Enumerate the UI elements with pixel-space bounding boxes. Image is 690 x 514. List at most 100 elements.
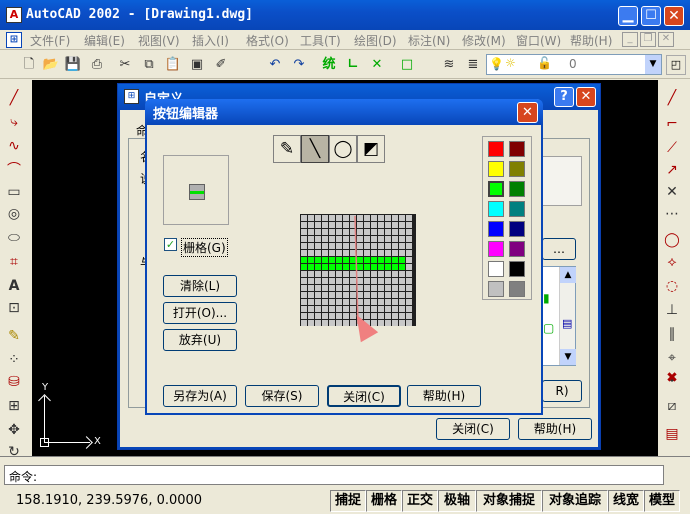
- grid-cell[interactable]: [406, 285, 412, 291]
- grid-cell[interactable]: [392, 271, 398, 277]
- grid-cell[interactable]: [343, 236, 349, 242]
- grid-cell[interactable]: [343, 292, 349, 298]
- grid-cell[interactable]: [329, 306, 335, 312]
- grid-cell[interactable]: [329, 299, 335, 305]
- grid-cell[interactable]: [364, 299, 370, 305]
- layer-state-icon[interactable]: ≣: [464, 56, 482, 74]
- undo-icon[interactable]: ↶: [266, 56, 284, 74]
- grid-cell[interactable]: [399, 243, 405, 249]
- grid-cell[interactable]: [336, 271, 342, 277]
- grid-cell[interactable]: [301, 215, 307, 221]
- menu-file[interactable]: 文件(F): [30, 32, 70, 49]
- grid-cell[interactable]: [336, 264, 342, 270]
- grid-cell[interactable]: [336, 229, 342, 235]
- grid-cell[interactable]: [371, 215, 377, 221]
- chevron-down-icon[interactable]: ▼: [645, 55, 661, 74]
- grid-cell[interactable]: [343, 278, 349, 284]
- grid-cell[interactable]: [378, 215, 384, 221]
- grid-cell[interactable]: [308, 299, 314, 305]
- color-swatch[interactable]: [509, 261, 525, 277]
- grid-cell[interactable]: [336, 222, 342, 228]
- grid-cell[interactable]: [392, 250, 398, 256]
- grid-cell[interactable]: [371, 278, 377, 284]
- grid-cell[interactable]: [399, 320, 405, 326]
- grid-cell[interactable]: [406, 306, 412, 312]
- grid-cell[interactable]: [315, 299, 321, 305]
- clear-button[interactable]: 清除(L): [163, 275, 237, 297]
- grid-cell[interactable]: [392, 215, 398, 221]
- grid-cell[interactable]: [385, 285, 391, 291]
- grid-cell[interactable]: [357, 236, 363, 242]
- grid-cell[interactable]: [357, 229, 363, 235]
- grid-cell[interactable]: [399, 229, 405, 235]
- grid-cell[interactable]: [392, 229, 398, 235]
- grid-cell[interactable]: [350, 299, 356, 305]
- grid-cell[interactable]: [378, 306, 384, 312]
- grid-cell[interactable]: [371, 257, 377, 263]
- grid-cell[interactable]: [301, 222, 307, 228]
- grid-cell[interactable]: [350, 250, 356, 256]
- grid-cell[interactable]: [343, 215, 349, 221]
- grid-cell[interactable]: [308, 320, 314, 326]
- grid-cell[interactable]: [336, 215, 342, 221]
- close-button[interactable]: 关闭(C): [327, 385, 401, 407]
- grid-cell[interactable]: [399, 299, 405, 305]
- grid-cell[interactable]: [350, 271, 356, 277]
- grid-cell[interactable]: [399, 250, 405, 256]
- grid-cell[interactable]: [315, 292, 321, 298]
- grid-cell[interactable]: [371, 285, 377, 291]
- color-swatch[interactable]: [488, 221, 504, 237]
- grid-cell[interactable]: [392, 264, 398, 270]
- grid-cell[interactable]: [329, 243, 335, 249]
- menu-dimension[interactable]: 标注(N): [408, 32, 450, 49]
- grid-cell[interactable]: [322, 278, 328, 284]
- move-icon[interactable]: ✥: [4, 420, 24, 440]
- rectangle-icon[interactable]: ▭: [4, 182, 24, 202]
- grid-cell[interactable]: [315, 257, 321, 263]
- trim-icon[interactable]: ↗: [662, 160, 682, 180]
- grid-cell[interactable]: [343, 257, 349, 263]
- layers-icon[interactable]: ≋: [440, 56, 458, 74]
- layer-dropdown[interactable]: 💡 ☼ 🔓 0 ▼: [486, 54, 662, 75]
- help-button[interactable]: 帮助(H): [407, 385, 481, 407]
- tangent-icon[interactable]: ⟡: [662, 252, 682, 272]
- grid-cell[interactable]: [399, 215, 405, 221]
- grid-cell[interactable]: [378, 264, 384, 270]
- grid-cell[interactable]: [385, 222, 391, 228]
- menu-modify[interactable]: 修改(M): [462, 32, 506, 49]
- grid-cell[interactable]: [336, 292, 342, 298]
- grid-cell[interactable]: [343, 250, 349, 256]
- grid-cell[interactable]: [343, 271, 349, 277]
- grid-cell[interactable]: [322, 285, 328, 291]
- menu-draw[interactable]: 绘图(D): [354, 32, 397, 49]
- tracking-icon[interactable]: 统: [320, 56, 338, 74]
- grid-cell[interactable]: [406, 257, 412, 263]
- grid-cell[interactable]: [322, 250, 328, 256]
- grid-cell[interactable]: [392, 292, 398, 298]
- grid-cell[interactable]: [399, 271, 405, 277]
- grid-cell[interactable]: [315, 222, 321, 228]
- grid-cell[interactable]: [378, 285, 384, 291]
- status-osnap-button[interactable]: 对象捕捉: [476, 490, 542, 512]
- grid-cell[interactable]: [315, 271, 321, 277]
- grid-cell[interactable]: [357, 271, 363, 277]
- grid-cell[interactable]: [378, 313, 384, 319]
- status-ortho-button[interactable]: 正交: [402, 490, 438, 512]
- grid-cell[interactable]: [406, 215, 412, 221]
- grid-cell[interactable]: [301, 257, 307, 263]
- menu-view[interactable]: 视图(V): [138, 32, 180, 49]
- grid-cell[interactable]: [315, 278, 321, 284]
- arc-icon[interactable]: ⌒: [4, 160, 24, 180]
- mdi-restore-button[interactable]: ❐: [640, 32, 656, 47]
- grid-cell[interactable]: [385, 250, 391, 256]
- grid-cell[interactable]: [350, 264, 356, 270]
- customize-list[interactable]: ▮ ▢ ▲ ▤ ▼: [538, 266, 576, 366]
- grid-cell[interactable]: [343, 306, 349, 312]
- grid-cell[interactable]: [357, 215, 363, 221]
- grid-cell[interactable]: [406, 222, 412, 228]
- scroll-up-icon[interactable]: ▲: [560, 267, 576, 283]
- grid-cell[interactable]: [336, 313, 342, 319]
- status-model-button[interactable]: 模型: [644, 490, 680, 512]
- grid-cell[interactable]: [399, 264, 405, 270]
- grid-cell[interactable]: [392, 222, 398, 228]
